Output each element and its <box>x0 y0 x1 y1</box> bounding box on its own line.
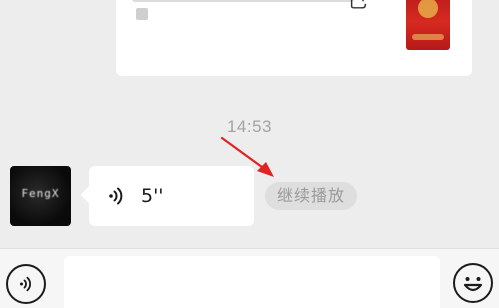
chat-area[interactable]: 己 14:53 FengX 5'' 继续播放 <box>0 0 499 248</box>
emoji-smile-icon <box>463 277 483 292</box>
sender-avatar[interactable]: FengX <box>10 166 71 226</box>
avatar-text: FengX <box>21 187 60 200</box>
voice-duration: 5'' <box>141 185 164 207</box>
message-input[interactable] <box>64 256 440 308</box>
emoji-button[interactable] <box>453 263 493 303</box>
voice-icon <box>19 276 32 292</box>
continue-playing-button[interactable]: 继续播放 <box>265 182 358 210</box>
message-timestamp: 14:53 <box>226 117 273 136</box>
card-thumbnail <box>406 0 450 50</box>
voice-wave-icon <box>109 187 123 205</box>
voice-input-toggle-button[interactable] <box>6 264 46 304</box>
card-subtext-blurred <box>136 8 148 20</box>
voice-message-bubble[interactable]: 5'' <box>89 166 254 226</box>
card-text-blurred <box>132 0 354 2</box>
card-text-tail: 己 <box>348 0 368 12</box>
card-message[interactable]: 己 <box>116 0 472 76</box>
